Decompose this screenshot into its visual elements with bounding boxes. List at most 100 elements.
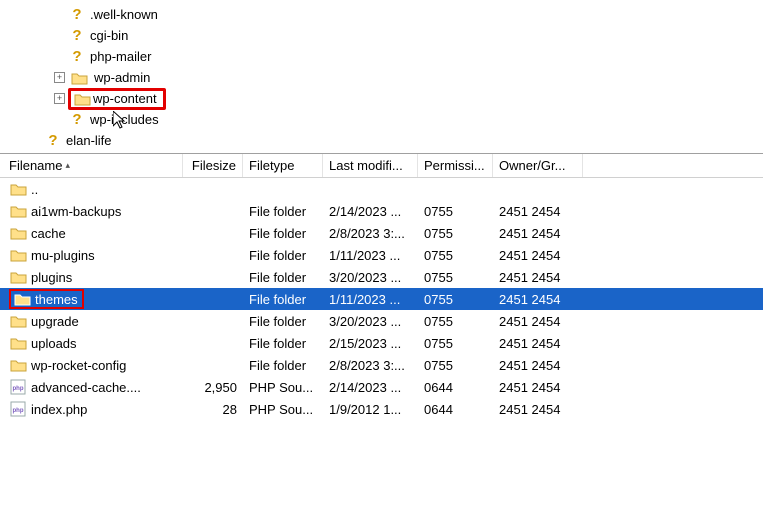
expand-icon[interactable]: + — [54, 93, 65, 104]
file-owner: 2451 2454 — [493, 270, 583, 285]
file-row[interactable]: upgradeFile folder3/20/2023 ...07552451 … — [0, 310, 763, 332]
file-size: 2,950 — [183, 380, 243, 395]
php-file-icon — [9, 379, 27, 395]
file-owner: 2451 2454 — [493, 248, 583, 263]
file-type: File folder — [243, 314, 323, 329]
tree-item[interactable]: ? .well-known — [30, 4, 763, 25]
expand-spacer — [54, 51, 65, 62]
file-name-cell: themes — [3, 289, 183, 309]
header-filetype[interactable]: Filetype — [243, 154, 323, 177]
file-permissions: 0755 — [418, 204, 493, 219]
file-row[interactable]: uploadsFile folder2/15/2023 ...07552451 … — [0, 332, 763, 354]
file-permissions: 0755 — [418, 248, 493, 263]
file-type: File folder — [243, 204, 323, 219]
file-list: ..ai1wm-backupsFile folder2/14/2023 ...0… — [0, 178, 763, 420]
file-owner: 2451 2454 — [493, 226, 583, 241]
unknown-icon: ? — [70, 49, 84, 65]
file-modified: 2/14/2023 ... — [323, 380, 418, 395]
file-row[interactable]: wp-rocket-configFile folder2/8/2023 3:..… — [0, 354, 763, 376]
expand-spacer — [30, 135, 41, 146]
file-row[interactable]: advanced-cache....2,950PHP Sou...2/14/20… — [0, 376, 763, 398]
folder-icon — [9, 357, 27, 373]
php-file-icon — [9, 401, 27, 417]
file-name-label: cache — [31, 226, 66, 241]
file-permissions: 0644 — [418, 380, 493, 395]
file-name-label: uploads — [31, 336, 77, 351]
folder-icon — [9, 181, 27, 197]
tree-item[interactable]: ? cgi-bin — [30, 25, 763, 46]
tree-item[interactable]: ?elan-life — [30, 130, 763, 151]
header-owner[interactable]: Owner/Gr... — [493, 154, 583, 177]
file-name-label: themes — [35, 292, 78, 307]
file-name-label: index.php — [31, 402, 87, 417]
tree-item[interactable]: + wp-content — [30, 88, 763, 109]
file-modified: 2/14/2023 ... — [323, 204, 418, 219]
file-modified: 3/20/2023 ... — [323, 270, 418, 285]
tree-item-label: .well-known — [88, 7, 160, 22]
unknown-icon: ? — [70, 28, 84, 44]
file-name-cell: uploads — [3, 335, 183, 351]
file-type: File folder — [243, 248, 323, 263]
file-row[interactable]: index.php28PHP Sou...1/9/2012 1...064424… — [0, 398, 763, 420]
file-name-label: upgrade — [31, 314, 79, 329]
file-permissions: 0755 — [418, 226, 493, 241]
file-name-cell: advanced-cache.... — [3, 379, 183, 395]
file-owner: 2451 2454 — [493, 204, 583, 219]
file-row[interactable]: ai1wm-backupsFile folder2/14/2023 ...075… — [0, 200, 763, 222]
file-permissions: 0644 — [418, 402, 493, 417]
unknown-icon: ? — [70, 7, 84, 23]
expand-spacer — [54, 114, 65, 125]
header-filename-label: Filename — [9, 158, 62, 173]
file-modified: 3/20/2023 ... — [323, 314, 418, 329]
unknown-icon: ? — [46, 133, 60, 149]
file-type: File folder — [243, 292, 323, 307]
file-type: File folder — [243, 336, 323, 351]
header-owner-label: Owner/Gr... — [499, 158, 565, 173]
tree-item-label: wp-includes — [88, 112, 161, 127]
file-type: File folder — [243, 270, 323, 285]
header-filename[interactable]: Filename ▴ — [3, 154, 183, 177]
file-row[interactable]: mu-plugins File folder1/11/2023 ...075524… — [0, 244, 763, 266]
tree-item-label: wp-content — [91, 91, 159, 106]
file-name-label: plugins — [31, 270, 72, 285]
file-row[interactable]: cacheFile folder2/8/2023 3:...07552451 2… — [0, 222, 763, 244]
file-modified: 1/11/2023 ... — [323, 248, 418, 263]
file-owner: 2451 2454 — [493, 336, 583, 351]
tree-item[interactable]: + wp-admin — [30, 67, 763, 88]
unknown-icon: ? — [70, 112, 84, 128]
header-filesize[interactable]: Filesize — [183, 154, 243, 177]
folder-icon — [9, 225, 27, 241]
file-type: File folder — [243, 358, 323, 373]
tree-item-label: cgi-bin — [88, 28, 130, 43]
expand-icon[interactable]: + — [54, 72, 65, 83]
file-permissions: 0755 — [418, 270, 493, 285]
file-name-cell: mu-plugins — [3, 247, 183, 263]
file-name-label: mu-plugins — [31, 248, 95, 263]
folder-icon — [13, 291, 31, 307]
expand-spacer — [54, 9, 65, 20]
file-name-label: advanced-cache.... — [31, 380, 141, 395]
file-owner: 2451 2454 — [493, 380, 583, 395]
file-row[interactable]: .. — [0, 178, 763, 200]
file-row[interactable]: plugins File folder3/20/2023 ...07552451 … — [0, 266, 763, 288]
highlight-box: themes — [9, 289, 84, 309]
tree-item[interactable]: ? wp-includes — [30, 109, 763, 130]
sort-ascending-icon: ▴ — [65, 160, 70, 171]
file-type: PHP Sou... — [243, 402, 323, 417]
file-size: 28 — [183, 402, 243, 417]
folder-icon — [70, 70, 88, 86]
tree-item-label: wp-admin — [92, 70, 152, 85]
folder-icon — [73, 91, 91, 107]
file-modified: 1/9/2012 1... — [323, 402, 418, 417]
file-modified: 2/15/2023 ... — [323, 336, 418, 351]
tree-item[interactable]: ?php-mailer — [30, 46, 763, 67]
header-permissions[interactable]: Permissi... — [418, 154, 493, 177]
expand-spacer — [54, 30, 65, 41]
file-name-label: wp-rocket-config — [31, 358, 126, 373]
file-permissions: 0755 — [418, 292, 493, 307]
header-lastmodified[interactable]: Last modifi... — [323, 154, 418, 177]
file-owner: 2451 2454 — [493, 314, 583, 329]
file-row[interactable]: themesFile folder1/11/2023 ...07552451 2… — [0, 288, 763, 310]
file-modified: 1/11/2023 ... — [323, 292, 418, 307]
file-permissions: 0755 — [418, 358, 493, 373]
